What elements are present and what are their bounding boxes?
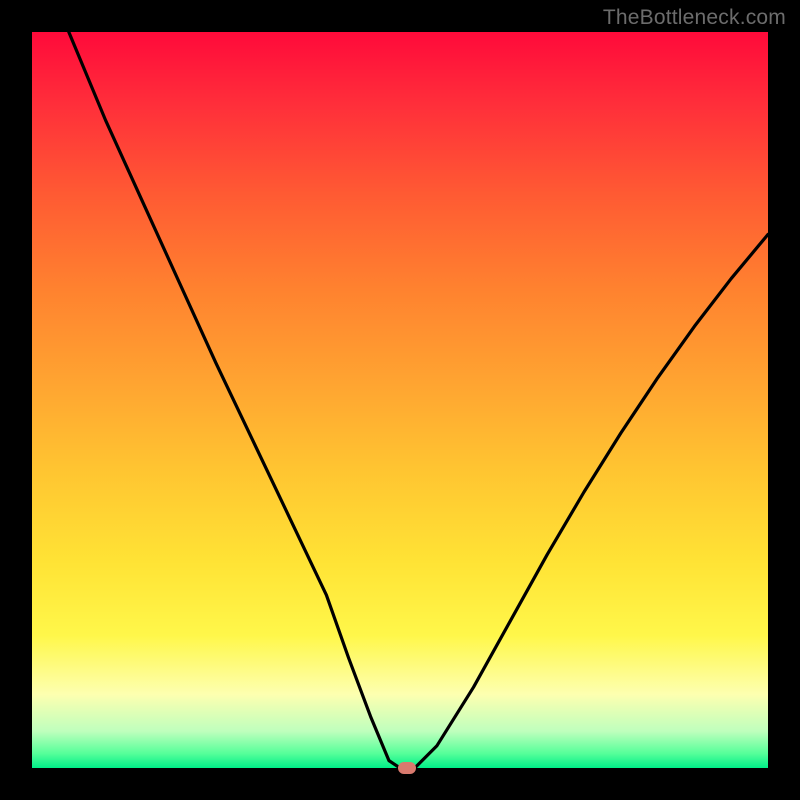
bottleneck-curve (32, 32, 768, 768)
chart-frame: TheBottleneck.com (0, 0, 800, 800)
watermark-text: TheBottleneck.com (603, 6, 786, 30)
optimal-point-marker (398, 762, 416, 774)
plot-area (32, 32, 768, 768)
